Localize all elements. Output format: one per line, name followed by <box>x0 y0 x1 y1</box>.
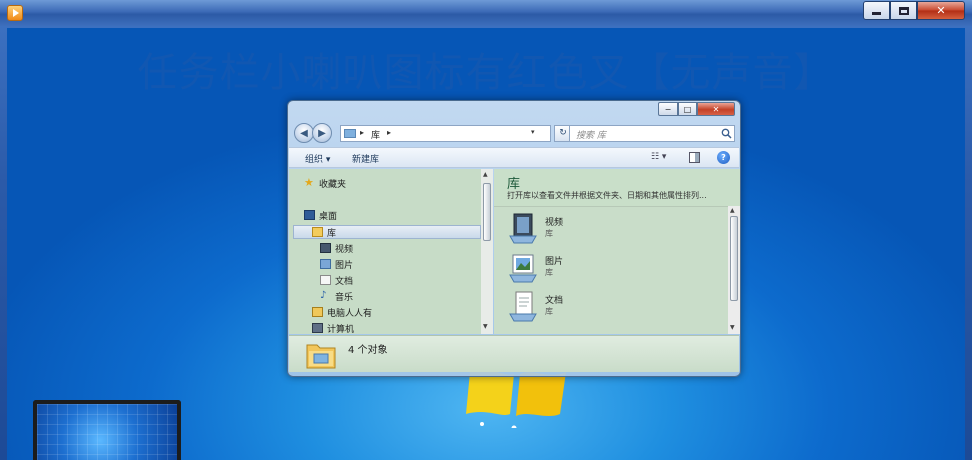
outer-title-bar[interactable]: ✕ <box>0 0 972 26</box>
scroll-down-icon[interactable]: ▼ <box>730 324 735 331</box>
outer-close-button[interactable]: ✕ <box>917 1 965 20</box>
item-count: 4 个对象 <box>348 345 388 356</box>
breadcrumb-arrow-icon[interactable]: ▸ <box>387 128 391 137</box>
music-icon: ♪ <box>320 290 327 301</box>
computer-icon <box>312 323 323 333</box>
explorer-title-bar[interactable]: − □ ✕ <box>288 101 740 119</box>
explorer-window: − □ ✕ ◀ ▶ ▸ 库 ▸ ▾ ↻ 搜索 库 组织 ▾ 新建库 ☷ ▾ ? … <box>287 100 741 377</box>
watermark-text: 任务栏小喇叭图标有红色叉【无声音】 <box>137 50 835 96</box>
library-item-type: 库 <box>545 307 553 316</box>
scroll-up-icon[interactable]: ▲ <box>483 171 488 178</box>
maximize-icon <box>898 6 909 15</box>
search-input[interactable]: 搜索 库 <box>569 125 735 142</box>
nav-item-music[interactable]: ♪ 音乐 <box>320 289 353 303</box>
nav-item-label: 库 <box>327 228 337 239</box>
search-placeholder: 搜索 库 <box>576 131 606 141</box>
nav-item-user-folder[interactable]: 电脑人人有 <box>312 305 372 319</box>
library-item-name: 文档 <box>545 296 564 306</box>
close-icon: ✕ <box>936 4 946 17</box>
nav-item-videos[interactable]: 视频 <box>320 241 353 255</box>
content-scrollbar[interactable]: ▲ ▼ <box>728 206 740 334</box>
picture-icon <box>320 259 331 269</box>
nav-item-computer[interactable]: 计算机 <box>312 321 354 334</box>
preview-pane-icon[interactable] <box>689 152 700 163</box>
search-icon[interactable] <box>721 128 732 139</box>
library-item-type: 库 <box>545 268 553 277</box>
nav-item-label: 音乐 <box>335 292 354 303</box>
monitor-image <box>33 400 181 460</box>
nav-pane-scrollbar[interactable]: ▲ ▼ <box>481 169 493 334</box>
nav-item-label: 计算机 <box>327 324 355 335</box>
document-library-icon <box>509 291 537 322</box>
library-item-documents[interactable]: 文档 库 <box>508 290 708 326</box>
details-pane: 4 个对象 <box>289 335 739 372</box>
video-icon <box>320 243 331 253</box>
library-item-name: 视频 <box>545 218 564 228</box>
breadcrumb-library[interactable]: 库 <box>371 128 380 141</box>
content-pane: 库 打开库以查看文件并根据文件夹、日期和其他属性排列... 视频 库 图片 库 … <box>494 169 740 334</box>
view-options-button[interactable]: ☷ ▾ <box>651 152 675 164</box>
library-icon <box>312 227 323 237</box>
back-button[interactable]: ◀ <box>294 123 314 143</box>
nav-item-label: 收藏夹 <box>319 179 347 190</box>
new-library-button[interactable]: 新建库 <box>352 152 379 165</box>
navigation-row: ◀ ▶ ▸ 库 ▸ ▾ ↻ 搜索 库 <box>288 120 740 146</box>
outer-minimize-button[interactable] <box>863 1 890 20</box>
nav-item-label: 电脑人人有 <box>327 308 373 319</box>
library-description: 打开库以查看文件并根据文件夹、日期和其他属性排列... <box>507 191 707 200</box>
star-icon: ★ <box>304 176 314 189</box>
library-list: 视频 库 图片 库 文档 库 <box>494 206 728 334</box>
media-player-icon[interactable] <box>7 5 23 21</box>
address-dropdown-icon[interactable]: ▾ <box>531 128 535 136</box>
windows-logo-icon <box>466 370 566 428</box>
navigation-pane: ★ 收藏夹 桌面 库 视频 图片 文档 ♪ 音乐 电脑人人有 计算机 <box>289 169 482 334</box>
nav-item-documents[interactable]: 文档 <box>320 273 353 287</box>
library-item-name: 图片 <box>545 257 564 267</box>
user-folder-icon <box>312 307 323 317</box>
explorer-maximize-button[interactable]: □ <box>678 102 697 116</box>
picture-library-icon <box>509 254 537 283</box>
nav-item-libraries[interactable]: 库 <box>312 225 336 239</box>
scroll-down-icon[interactable]: ▼ <box>483 323 488 330</box>
nav-item-desktop[interactable]: 桌面 <box>304 208 337 222</box>
nav-item-label: 桌面 <box>319 211 338 222</box>
address-bar[interactable]: ▸ 库 ▸ ▾ <box>340 125 551 142</box>
library-item-pictures[interactable]: 图片 库 <box>508 251 708 287</box>
library-folder-icon <box>306 344 336 369</box>
nav-item-label: 文档 <box>335 276 354 287</box>
nav-item-pictures[interactable]: 图片 <box>320 257 353 271</box>
desktop-icon <box>304 210 315 220</box>
outer-window: ✕ 任务栏小喇叭图标有红色叉【无声音】 − □ ✕ ◀ ▶ ▸ 库 ▸ ▾ ↻ … <box>0 0 972 460</box>
content-scroll-thumb[interactable] <box>730 216 738 301</box>
desktop-background: 任务栏小喇叭图标有红色叉【无声音】 − □ ✕ ◀ ▶ ▸ 库 ▸ ▾ ↻ 搜索… <box>7 28 965 460</box>
organize-button[interactable]: 组织 ▾ <box>305 152 330 165</box>
library-item-videos[interactable]: 视频 库 <box>508 212 708 248</box>
scroll-up-icon[interactable]: ▲ <box>730 207 735 214</box>
video-library-icon <box>509 213 537 244</box>
minimize-icon <box>872 12 881 15</box>
outer-maximize-button[interactable] <box>890 1 917 20</box>
explorer-minimize-button[interactable]: − <box>658 102 678 116</box>
nav-item-label: 图片 <box>335 260 354 271</box>
nav-scroll-thumb[interactable] <box>483 183 491 241</box>
document-icon <box>320 275 331 285</box>
forward-button[interactable]: ▶ <box>312 123 332 143</box>
explorer-close-button[interactable]: ✕ <box>697 102 735 116</box>
library-icon <box>344 129 356 138</box>
breadcrumb-arrow-icon[interactable]: ▸ <box>360 128 364 137</box>
help-icon[interactable]: ? <box>717 151 730 164</box>
command-toolbar: 组织 ▾ 新建库 ☷ ▾ ? <box>289 147 739 168</box>
library-item-type: 库 <box>545 229 553 238</box>
nav-item-favorites[interactable]: ★ 收藏夹 <box>304 176 346 190</box>
nav-item-label: 视频 <box>335 244 354 255</box>
